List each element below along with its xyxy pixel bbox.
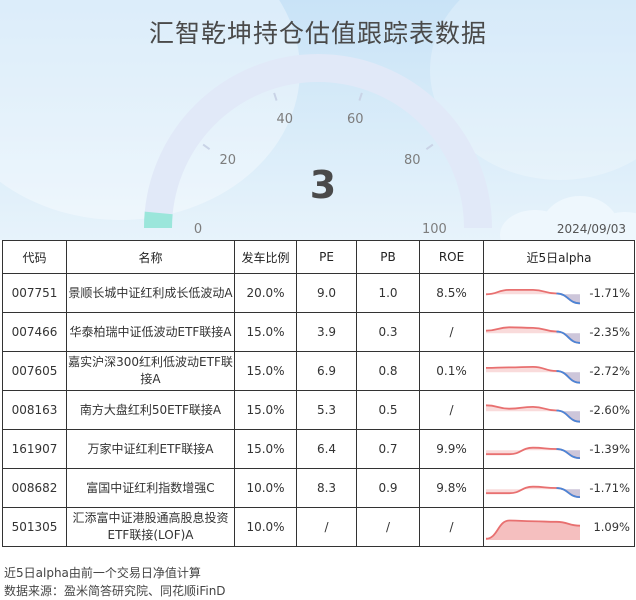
alpha-value: -2.72% bbox=[589, 364, 630, 378]
fund-code: 501305 bbox=[2, 507, 67, 547]
fund-name: 富国中证红利指数增强C bbox=[66, 468, 235, 508]
allocation-ratio: 15.0% bbox=[234, 351, 297, 391]
pb-value: 0.3 bbox=[356, 312, 420, 352]
pb-value: 0.5 bbox=[356, 390, 420, 430]
alpha-cell: -1.71% bbox=[483, 273, 635, 313]
col-header-pe: PE bbox=[296, 240, 357, 274]
alpha-value: 1.09% bbox=[593, 520, 630, 534]
alpha-cell: 1.09% bbox=[483, 507, 635, 547]
header-banner: 汇智乾坤持仓估值跟踪表数据 0 20 40 60 80 100 3 2024/09/03 bbox=[0, 0, 636, 240]
gauge-tick-label: 40 bbox=[276, 111, 294, 127]
allocation-ratio: 20.0% bbox=[234, 273, 297, 313]
alpha-cell: -2.72% bbox=[483, 351, 635, 391]
roe-value: 9.8% bbox=[419, 468, 484, 508]
alpha-sparkline bbox=[485, 485, 581, 498]
alpha-sparkline bbox=[485, 365, 581, 384]
gauge-tick-label: 20 bbox=[219, 152, 237, 168]
allocation-ratio: 15.0% bbox=[234, 312, 297, 352]
fund-name: 华泰柏瑞中证低波动ETF联接A bbox=[66, 312, 235, 352]
alpha-cell: -2.35% bbox=[483, 312, 635, 352]
col-header-ratio: 发车比例 bbox=[234, 240, 297, 274]
fund-code: 008682 bbox=[2, 468, 67, 508]
alpha-cell: -1.71% bbox=[483, 468, 635, 508]
alpha-sparkline bbox=[485, 446, 581, 459]
table-row: 008163 南方大盘红利50ETF联接A 15.0% 5.3 0.5/ -2.60% bbox=[2, 390, 635, 430]
table-row: 007751 景顺长城中证红利成长低波动A 20.0% 9.0 1.0 8.5% -1.71… bbox=[2, 273, 635, 313]
pe-value: 9.0 bbox=[296, 273, 357, 313]
table-body: 007751 景顺长城中证红利成长低波动A 20.0% 9.0 1.0 8.5% -1.71… bbox=[2, 273, 635, 547]
pb-value: 1.0 bbox=[356, 273, 420, 313]
allocation-ratio: 15.0% bbox=[234, 429, 297, 469]
alpha-value: -2.60% bbox=[589, 403, 630, 417]
pe-value: / bbox=[296, 507, 357, 547]
alpha-cell: -1.39% bbox=[483, 429, 635, 469]
alpha-value: -1.39% bbox=[589, 442, 630, 456]
alpha-value: -1.71% bbox=[589, 481, 630, 495]
table-row: 161907 万家中证红利ETF联接A 15.0% 6.4 0.7 9.9% -1.39% bbox=[2, 429, 635, 469]
pb-value: 0.7 bbox=[356, 429, 420, 469]
gauge-fill bbox=[143, 211, 173, 229]
table-row: 501305 汇添富中证港股通高股息投资ETF联接(LOF)A 10.0% / //1.… bbox=[2, 507, 635, 547]
table-row: 007466 华泰柏瑞中证低波动ETF联接A 15.0% 3.9 0.3/ -2.35% bbox=[2, 312, 635, 352]
fund-name: 嘉实沪深300红利低波动ETF联接A bbox=[66, 351, 235, 391]
pe-value: 5.3 bbox=[296, 390, 357, 430]
fund-code: 161907 bbox=[2, 429, 67, 469]
alpha-sparkline bbox=[485, 404, 581, 423]
pe-value: 6.9 bbox=[296, 351, 357, 391]
fund-name: 景顺长城中证红利成长低波动A bbox=[66, 273, 235, 313]
fund-code: 008163 bbox=[2, 390, 67, 430]
gauge-tick bbox=[273, 92, 278, 101]
gauge-tick-label: 100 bbox=[422, 222, 447, 237]
col-header-name: 名称 bbox=[66, 240, 235, 274]
alpha-cell: -2.60% bbox=[483, 390, 635, 430]
pe-value: 8.3 bbox=[296, 468, 357, 508]
col-header-roe: ROE bbox=[419, 240, 484, 274]
pb-value: 0.9 bbox=[356, 468, 420, 508]
roe-value: / bbox=[419, 312, 484, 352]
roe-value: / bbox=[419, 507, 484, 547]
report-date: 2024/09/03 bbox=[556, 222, 626, 236]
alpha-value: -2.35% bbox=[589, 325, 630, 339]
col-header-pb: PB bbox=[356, 240, 420, 274]
col-header-alpha: 近5日alpha bbox=[483, 240, 635, 274]
gauge-tick bbox=[425, 143, 434, 151]
gauge-value: 3 bbox=[309, 163, 337, 207]
pb-value: 0.8 bbox=[356, 351, 420, 391]
fund-code: 007605 bbox=[2, 351, 67, 391]
fund-code: 007751 bbox=[2, 273, 67, 313]
allocation-ratio: 15.0% bbox=[234, 390, 297, 430]
table-row: 008682 富国中证红利指数增强C 10.0% 8.3 0.9 9.8% -1.71% bbox=[2, 468, 635, 508]
holdings-table: 代码 名称 发车比例 PE PB ROE 近5日alpha 007751 景顺长城… bbox=[2, 240, 635, 547]
gauge-tick-label: 0 bbox=[193, 222, 203, 237]
fund-name: 万家中证红利ETF联接A bbox=[66, 429, 235, 469]
table-header-row: 代码 名称 发车比例 PE PB ROE 近5日alpha bbox=[2, 240, 635, 274]
alpha-sparkline bbox=[485, 288, 581, 305]
pe-value: 3.9 bbox=[296, 312, 357, 352]
alpha-value: -1.71% bbox=[589, 286, 630, 300]
roe-value: 9.9% bbox=[419, 429, 484, 469]
fund-code: 007466 bbox=[2, 312, 67, 352]
pe-value: 6.4 bbox=[296, 429, 357, 469]
fund-name: 南方大盘红利50ETF联接A bbox=[66, 390, 235, 430]
gauge-tick bbox=[202, 143, 211, 151]
gauge-tick-label: 60 bbox=[346, 111, 364, 127]
footnote-alpha: 近5日alpha由前一个交易日净值计算 bbox=[4, 566, 201, 580]
footnote-source: 数据来源：盈米简答研究院、同花顺iFinD bbox=[4, 584, 226, 598]
alpha-sparkline bbox=[485, 519, 581, 540]
alpha-sparkline bbox=[485, 326, 581, 344]
gauge-tick-label: 80 bbox=[403, 152, 421, 168]
gauge-tick bbox=[358, 92, 363, 101]
allocation-ratio: 10.0% bbox=[234, 468, 297, 508]
roe-value: 8.5% bbox=[419, 273, 484, 313]
table-row: 007605 嘉实沪深300红利低波动ETF联接A 15.0% 6.9 0.8 0.1% -… bbox=[2, 351, 635, 391]
fund-name: 汇添富中证港股通高股息投资ETF联接(LOF)A bbox=[66, 507, 235, 547]
allocation-ratio: 10.0% bbox=[234, 507, 297, 547]
roe-value: 0.1% bbox=[419, 351, 484, 391]
roe-value: / bbox=[419, 390, 484, 430]
pb-value: / bbox=[356, 507, 420, 547]
col-header-code: 代码 bbox=[2, 240, 67, 274]
